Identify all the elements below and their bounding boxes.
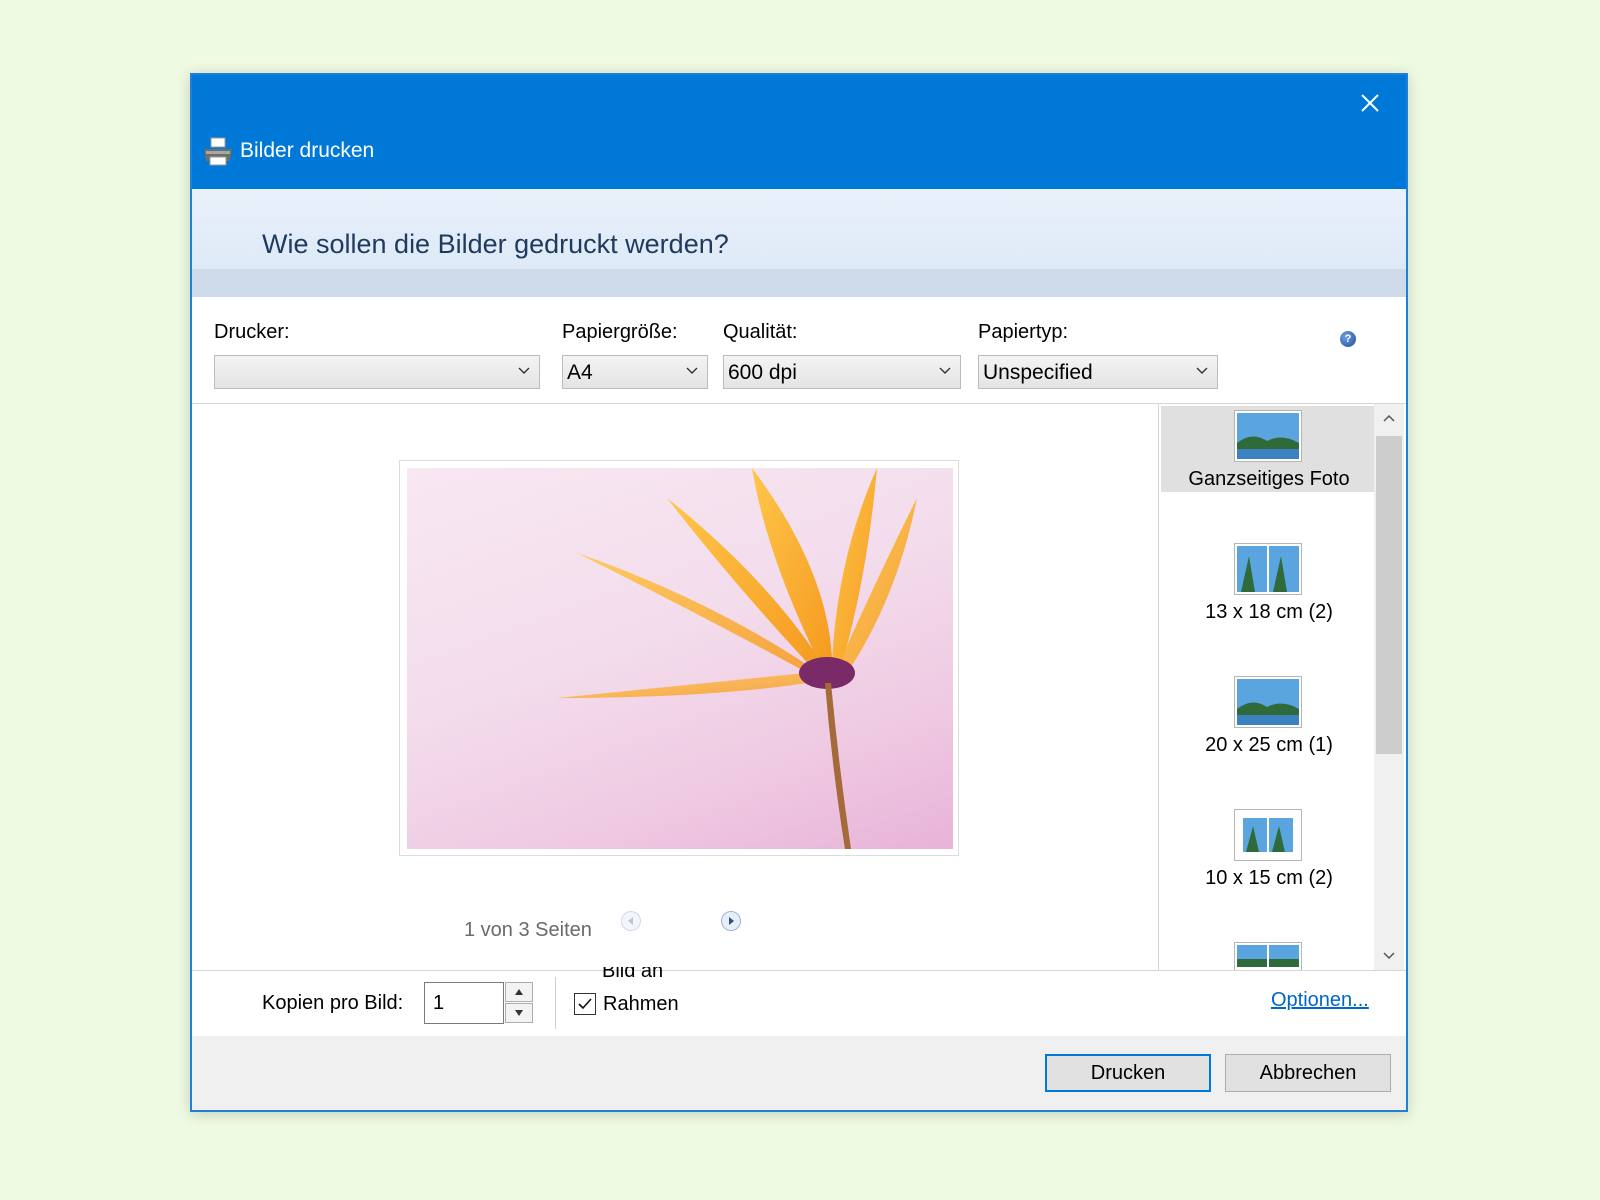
landscape-thumbnail-icon: [1237, 413, 1299, 459]
printer-dropdown[interactable]: [214, 355, 540, 389]
layout-thumbnail: [1234, 809, 1302, 861]
preview-photo: [407, 468, 953, 849]
copies-decrement-button[interactable]: [505, 1003, 533, 1023]
printer-label: Drucker:: [214, 321, 290, 343]
paper-type-value: Unspecified: [983, 361, 1093, 384]
chevron-down-icon: [686, 367, 698, 374]
help-icon[interactable]: ?: [1340, 331, 1356, 347]
spin-up-icon: [515, 989, 523, 995]
divider: [555, 977, 556, 1029]
layout-thumbnail: [1234, 676, 1302, 728]
quality-value: 600 dpi: [728, 361, 797, 384]
paper-type-label: Papiertyp:: [978, 321, 1069, 343]
page-indicator: 1 von 3 Seiten: [464, 919, 592, 941]
close-button[interactable]: [1348, 83, 1392, 123]
previous-page-button[interactable]: [621, 911, 641, 931]
paper-size-value: A4: [567, 361, 593, 384]
landscape-thumbnail-icon: [1237, 679, 1299, 725]
layout-item-10x15[interactable]: 10 x 15 cm (2): [1161, 805, 1374, 891]
spin-down-icon: [515, 1010, 523, 1016]
printer-icon: [204, 137, 232, 166]
next-page-button[interactable]: [721, 911, 741, 931]
scroll-up-button[interactable]: [1374, 404, 1404, 432]
chevron-down-icon: [518, 367, 530, 374]
options-link[interactable]: Optionen...: [1271, 989, 1369, 1012]
chevron-down-icon: [939, 367, 951, 374]
close-icon: [1361, 94, 1379, 112]
print-pictures-dialog: Bilder drucken Wie sollen die Bilder ged…: [190, 73, 1408, 1112]
checkmark-icon: [578, 998, 592, 1010]
next-page-icon: [729, 917, 734, 925]
layout-thumbnail: [1234, 543, 1302, 595]
copies-input[interactable]: [424, 982, 504, 1024]
layout-list: Ganzseitiges Foto 13 x 18 cm (2) 20 x 25…: [1158, 404, 1374, 970]
chevron-down-icon: [1196, 367, 1208, 374]
cancel-button[interactable]: Abbrechen: [1225, 1054, 1391, 1092]
copies-label: Kopien pro Bild:: [262, 992, 404, 1014]
chevron-down-icon: [1383, 952, 1395, 960]
quality-dropdown[interactable]: 600 dpi: [723, 355, 961, 389]
window-title: Bilder drucken: [240, 139, 375, 162]
layout-item-13x18[interactable]: 13 x 18 cm (2): [1161, 539, 1374, 625]
layout-thumbnail: [1234, 410, 1302, 462]
layout-item-partial[interactable]: [1161, 938, 1374, 970]
portrait-pair-thumbnail-icon: [1237, 546, 1299, 592]
layout-thumbnail: [1234, 942, 1302, 970]
scroll-down-button[interactable]: [1374, 942, 1404, 970]
copies-increment-button[interactable]: [505, 982, 533, 1002]
print-button[interactable]: Drucken: [1045, 1054, 1211, 1092]
chevron-up-icon: [1383, 414, 1395, 422]
fit-picture-label: Bild an: [602, 967, 664, 982]
layout-item-full-page[interactable]: Ganzseitiges Foto: [1161, 406, 1374, 492]
layout-label: 10 x 15 cm (2): [1205, 867, 1333, 889]
print-settings: Drucker: Papiergröße: A4 Qualität: 600 d…: [192, 297, 1406, 404]
frame-checkbox[interactable]: [574, 993, 596, 1015]
layout-label: 20 x 25 cm (1): [1205, 734, 1333, 756]
print-options-bar: Kopien pro Bild: Bild an Rahmen Optionen…: [192, 967, 1406, 1036]
layout-label: 13 x 18 cm (2): [1205, 601, 1333, 623]
paper-size-dropdown[interactable]: A4: [562, 355, 708, 389]
portrait-pair-thumbnail-icon: [1243, 818, 1293, 852]
header-band: Wie sollen die Bilder gedruckt werden?: [192, 189, 1406, 297]
frame-label: Rahmen: [603, 993, 679, 1015]
layout-scrollbar[interactable]: [1374, 404, 1404, 970]
quality-label: Qualität:: [723, 321, 798, 343]
layout-item-20x25[interactable]: 20 x 25 cm (1): [1161, 672, 1374, 758]
preview-page: [399, 460, 959, 856]
paper-size-label: Papiergröße:: [562, 321, 678, 343]
print-preview: 1 von 3 Seiten: [192, 404, 1158, 970]
header-strip: [192, 269, 1406, 297]
page-title: Wie sollen die Bilder gedruckt werden?: [262, 229, 729, 259]
landscape-pair-thumbnail-icon: [1237, 945, 1299, 967]
dialog-footer: Drucken Abbrechen: [192, 1036, 1406, 1110]
paper-type-dropdown[interactable]: Unspecified: [978, 355, 1218, 389]
scroll-thumb[interactable]: [1376, 436, 1402, 754]
previous-page-icon: [628, 917, 633, 925]
title-bar: Bilder drucken: [192, 75, 1406, 189]
layout-label: Ganzseitiges Foto: [1188, 468, 1350, 490]
flower-image: [557, 468, 917, 849]
